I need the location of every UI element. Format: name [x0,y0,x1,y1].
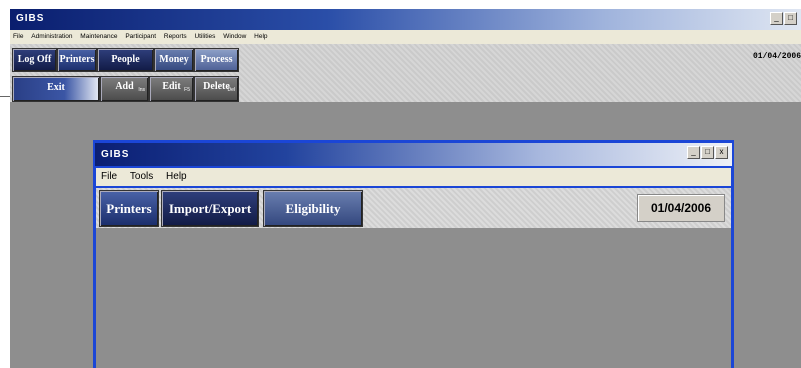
menu-file[interactable]: File [101,171,117,182]
add-label: Add [115,81,134,92]
child-title-bar: GIBS _ □ x [95,143,732,166]
add-shortcut: Ins [138,87,145,93]
close-icon[interactable]: x [715,146,728,159]
maximize-icon[interactable]: □ [701,146,714,159]
child-toolbar: Printers Import/Export Eligibility 01/04… [96,188,731,228]
eligibility-button[interactable]: Eligibility [263,190,363,227]
menu-file[interactable]: File [13,33,23,40]
import-export-button[interactable]: Import/Export [161,190,259,227]
child-menu-bar: File Tools Help [96,168,731,186]
child-window-title: GIBS [101,149,130,160]
delete-label: Delete [203,81,230,92]
add-button[interactable]: Add Ins [100,76,149,102]
menu-window[interactable]: Window [223,33,246,40]
edit-shortcut: F5 [184,87,190,93]
main-window-controls: _ □ [770,12,797,25]
maximize-icon[interactable]: □ [784,12,797,25]
child-workspace [96,228,731,368]
menu-utilities[interactable]: Utilities [194,33,215,40]
main-date-display: 01/04/2006 [752,52,801,61]
exit-button[interactable]: Exit [12,76,100,102]
process-button[interactable]: Process [194,48,239,72]
menu-reports[interactable]: Reports [164,33,187,40]
main-title-bar: GIBS _ □ [10,9,801,30]
delete-shortcut: Del [227,87,235,93]
left-margin [0,0,10,368]
exit-label: Exit [47,82,65,93]
main-toolbar: Log Off Printers People Money Process Ex… [10,44,801,102]
child-date-display: 01/04/2006 [637,194,725,222]
delete-button[interactable]: Delete Del [194,76,239,102]
menu-maintenance[interactable]: Maintenance [80,33,117,40]
menu-participant[interactable]: Participant [125,33,156,40]
log-off-button[interactable]: Log Off [12,48,57,72]
main-window-title: GIBS [16,13,45,24]
money-button[interactable]: Money [154,48,194,72]
edit-button[interactable]: Edit F5 [149,76,194,102]
minimize-icon[interactable]: _ [687,146,700,159]
minimize-icon[interactable]: _ [770,12,783,25]
menu-tools[interactable]: Tools [130,171,153,182]
edit-label: Edit [162,81,181,92]
main-menu-bar: File Administration Maintenance Particip… [10,30,801,44]
people-button[interactable]: People [97,48,154,72]
printers-button[interactable]: Printers [99,190,159,227]
menu-administration[interactable]: Administration [31,33,72,40]
printers-button[interactable]: Printers [57,48,97,72]
child-window-controls: _ □ x [687,146,728,159]
menu-help[interactable]: Help [166,171,187,182]
menu-help[interactable]: Help [254,33,267,40]
